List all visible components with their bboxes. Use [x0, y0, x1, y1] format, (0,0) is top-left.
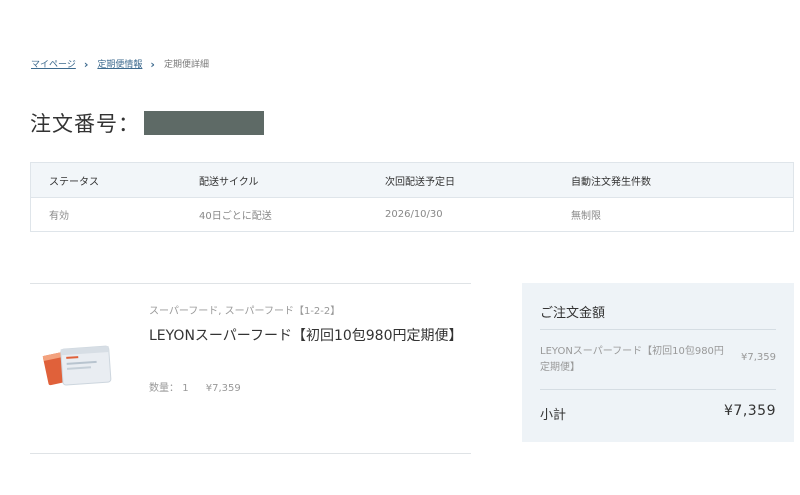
- subscription-status-table: ステータス 配送サイクル 次回配送予定日 自動注文発生件数 有効 40日ごとに配…: [30, 162, 794, 232]
- status-value: 有効: [49, 211, 69, 222]
- order-item: スーパーフード, スーパーフード【1-2-2】 LEYONスーパーフード【初回1…: [30, 283, 471, 454]
- product-thumbnail[interactable]: [40, 342, 120, 392]
- divider: [540, 389, 776, 390]
- product-name[interactable]: LEYONスーパーフード【初回10包980円定期便】: [149, 326, 464, 347]
- order-summary: ご注文金額 LEYONスーパーフード【初回10包980円定期便】 ¥7,359 …: [522, 283, 794, 442]
- column-header-next-date: 次回配送予定日: [367, 162, 553, 198]
- divider: [540, 329, 776, 330]
- cycle-value: 40日ごとに配送: [199, 211, 272, 222]
- breadcrumb-current: 定期便詳細: [163, 60, 209, 70]
- summary-line-item-price: ¥7,359: [741, 352, 776, 363]
- order-number-redacted: [144, 111, 264, 135]
- quantity-value: 1: [182, 383, 189, 394]
- table-row: 有効 40日ごとに配送 2026/10/30 無制限: [31, 198, 794, 232]
- breadcrumb-mypage-link[interactable]: マイページ: [31, 57, 76, 70]
- product-meta: 数量： 1 ¥7,359: [149, 379, 241, 394]
- product-category: スーパーフード, スーパーフード【1-2-2】: [149, 306, 341, 317]
- quantity-label: 数量：: [149, 383, 179, 394]
- page-title: 注文番号：: [30, 108, 264, 138]
- column-header-status: ステータス: [30, 162, 181, 198]
- product-price: ¥7,359: [205, 383, 241, 394]
- chevron-right-icon: ›: [150, 58, 155, 71]
- next-date-value: 2026/10/30: [385, 209, 443, 220]
- table-header-row: ステータス 配送サイクル 次回配送予定日 自動注文発生件数: [30, 162, 794, 198]
- breadcrumb: マイページ › 定期便情報 › 定期便詳細: [31, 57, 209, 71]
- column-header-cycle: 配送サイクル: [181, 162, 367, 198]
- column-header-auto-orders: 自動注文発生件数: [553, 162, 794, 198]
- breadcrumb-subscription-link[interactable]: 定期便情報: [97, 57, 142, 70]
- auto-orders-value: 無制限: [571, 211, 601, 222]
- subtotal-value: ¥7,359: [724, 403, 776, 419]
- order-number-label: 注文番号：: [30, 112, 140, 136]
- summary-line-item-name: LEYONスーパーフード【初回10包980円定期便】: [540, 346, 724, 373]
- summary-heading: ご注文金額: [540, 306, 606, 321]
- subtotal-label: 小計: [540, 408, 567, 423]
- chevron-right-icon: ›: [83, 58, 89, 71]
